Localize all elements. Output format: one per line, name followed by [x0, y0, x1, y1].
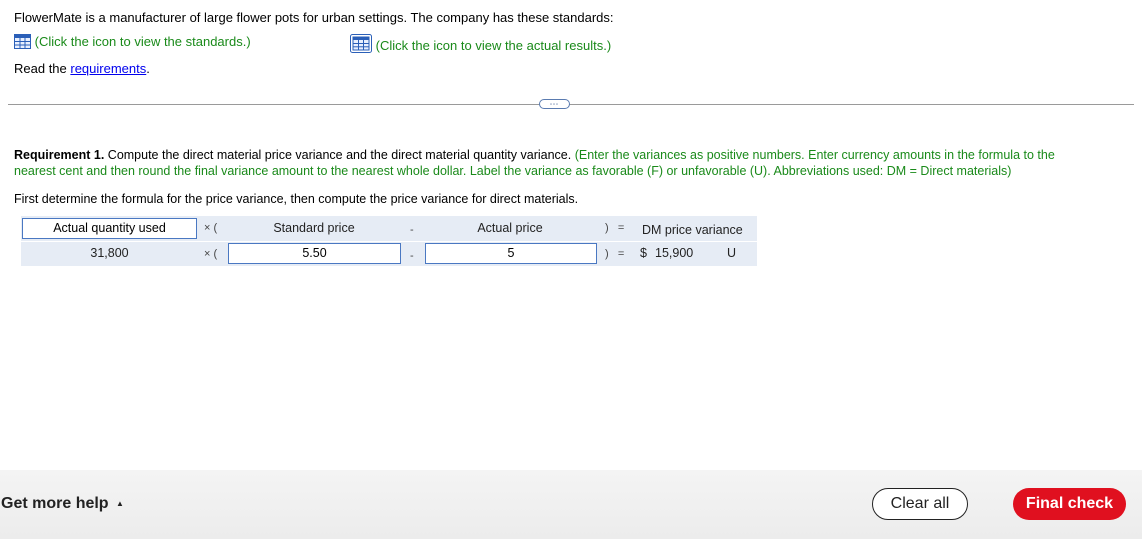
formula-prompt: First determine the formula for the pric…: [14, 192, 579, 206]
requirement-label: Requirement 1.: [14, 148, 105, 162]
get-more-help-button[interactable]: Get more help ▲: [1, 495, 124, 513]
table-icon[interactable]: [14, 34, 31, 52]
caret-up-icon: ▲: [116, 499, 124, 508]
standards-link[interactable]: (Click the icon to view the standards.): [14, 34, 251, 52]
standard-price-header[interactable]: Standard price: [228, 221, 400, 235]
requirement-body: Compute the direct material price varian…: [104, 148, 575, 162]
read-suffix: .: [146, 61, 150, 76]
actual-quantity-header-field[interactable]: Actual quantity used: [22, 218, 197, 239]
read-prefix: Read the: [14, 61, 71, 76]
requirement-instructions-2: nearest cent and then round the final va…: [14, 164, 1012, 178]
requirement-instructions-1: (Enter the variances as positive numbers…: [574, 148, 1055, 162]
clear-all-button[interactable]: Clear all: [872, 488, 968, 520]
actual-price-input[interactable]: 5: [425, 243, 597, 264]
footer-bar: [0, 470, 1142, 539]
actual-price-header[interactable]: Actual price: [425, 221, 595, 235]
close-equals-row: ) =: [605, 248, 625, 260]
times-open-row: × (: [204, 248, 218, 260]
intro-text: FlowerMate is a manufacturer of large fl…: [14, 10, 614, 25]
dm-price-variance-label: DM price variance: [642, 223, 743, 237]
actual-results-link[interactable]: (Click the icon to view the actual resul…: [350, 34, 611, 56]
table-icon[interactable]: [350, 34, 372, 56]
close-equals-header: ) =: [605, 222, 625, 234]
requirement-text: Requirement 1. Compute the direct materi…: [14, 147, 1124, 179]
times-open-header: × (: [204, 222, 218, 234]
final-check-button[interactable]: Final check: [1013, 488, 1126, 520]
variance-amount[interactable]: 15,900: [655, 246, 693, 260]
standard-price-input[interactable]: 5.50: [228, 243, 401, 264]
standards-link-label[interactable]: (Click the icon to view the standards.): [35, 34, 251, 49]
actual-quantity-value: 31,800: [90, 246, 129, 260]
minus-header: -: [410, 224, 414, 236]
row-separator: [21, 241, 757, 242]
requirements-link[interactable]: requirements: [70, 61, 146, 76]
actual-results-link-label[interactable]: (Click the icon to view the actual resul…: [376, 38, 612, 53]
more-options-button[interactable]: ⋯: [539, 99, 570, 109]
get-more-help-label[interactable]: Get more help: [1, 495, 109, 512]
currency-symbol: $: [640, 246, 647, 260]
minus-row: -: [410, 250, 414, 262]
read-requirements: Read the requirements.: [14, 61, 150, 76]
section-divider: [8, 104, 1134, 105]
variance-label[interactable]: U: [727, 246, 736, 260]
